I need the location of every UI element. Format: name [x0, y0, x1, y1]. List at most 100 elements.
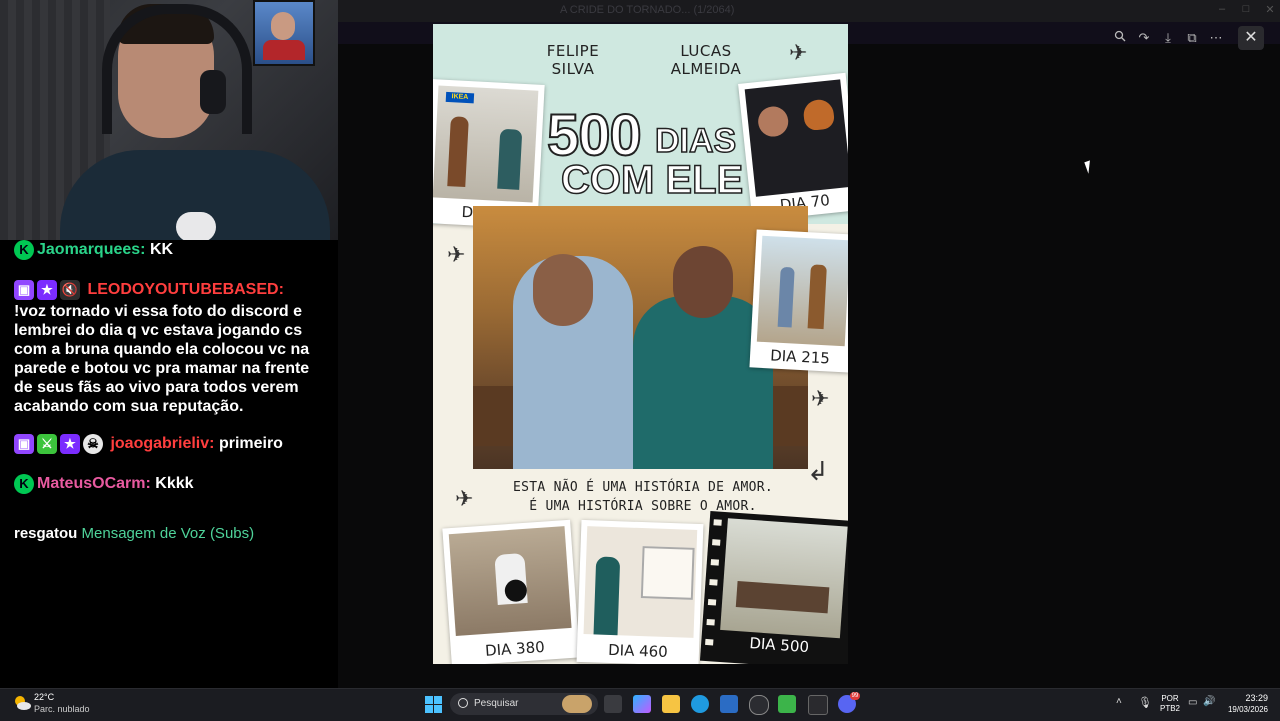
clock-time[interactable]: 23:29 [1236, 693, 1268, 703]
redeem-reward: Mensagem de Voz (Subs) [81, 525, 255, 542]
open-external-icon[interactable]: ⧉ [1180, 26, 1204, 50]
weather-temp[interactable]: 22°C [34, 692, 54, 702]
chat-username[interactable]: Jaomarquees [37, 241, 140, 258]
poster-tagline: ESTA NÃO É UMA HISTÓRIA DE AMOR. É UMA H… [512, 480, 774, 514]
minimize-icon[interactable]: – [1214, 3, 1230, 17]
partly-cloudy-icon[interactable] [12, 693, 32, 713]
download-icon[interactable]: ⤓ [1156, 26, 1180, 50]
task-view-icon[interactable] [604, 695, 622, 713]
movie-poster-image: FELIPE SILVA LUCAS ALMEIDA ✈ 500 DIAS COM … [433, 24, 848, 664]
curved-arrow-icon: ↲ [807, 456, 829, 486]
microphone-tray-icon[interactable]: 🎙 [1138, 696, 1152, 709]
file-explorer-icon[interactable] [662, 695, 680, 713]
sword-badge-icon: ⚔ [37, 434, 57, 454]
windows-start-icon[interactable] [425, 696, 442, 713]
paper-bird-icon: ✈ [811, 386, 830, 411]
polaroid-caption: DIA 460 [607, 640, 669, 661]
photo-frame [640, 546, 695, 600]
photo-person [497, 128, 523, 190]
polaroid-photo [448, 526, 572, 636]
discord-badge: 99 [850, 692, 860, 700]
chat-text: Kkkk [155, 475, 194, 493]
polaroid-day-380: DIA 380 [442, 519, 580, 664]
redeem-notice: resgatou Mensagem de Voz (Subs) [14, 525, 254, 542]
polaroid-photo [583, 526, 698, 638]
chat-text: KK [149, 241, 174, 259]
window-title: A CRIDE DO TORNADO... (1/2064) [560, 4, 735, 16]
photo-person [807, 264, 827, 330]
redeem-prefix: resgatou [14, 525, 78, 542]
ikea-sign: IKEA [445, 91, 475, 104]
photo-person [593, 556, 621, 636]
edge-icon[interactable] [691, 695, 709, 713]
paper-bird-icon: ✈ [789, 40, 808, 65]
viewer-toolbar: ↷ ⤓ ⧉ ⋯ [1104, 26, 1234, 50]
polaroid-day-215: DIA 215 [749, 229, 848, 373]
headset-earcup [200, 70, 226, 114]
copilot-icon[interactable] [633, 695, 651, 713]
superman-poster [253, 0, 315, 66]
chat-text: primeiro [218, 435, 283, 453]
chat-message: K Jaomarquees: KK [14, 240, 173, 260]
headset-icon [102, 4, 252, 134]
star-badge-icon: ★ [37, 280, 57, 300]
search-highlight-icon[interactable] [562, 695, 592, 713]
search-icon [458, 698, 468, 708]
actor-name-1: FELIPE SILVA [546, 42, 600, 78]
chat-panel: K Jaomarquees: KK ▣ ★ 🔇 LEODOYOUTUBEBASED: … [0, 240, 338, 688]
window-close-icon[interactable]: ✕ [1262, 3, 1278, 17]
polaroid-caption: DIA 380 [484, 637, 546, 660]
photo-face-right [673, 246, 733, 318]
polaroid-photo: IKEA [433, 85, 539, 203]
maximize-icon[interactable]: □ [1238, 3, 1254, 17]
skull-badge-icon: ☠ [83, 434, 103, 454]
weather-desc[interactable]: Parc. nublado [34, 704, 90, 714]
paper-bird-icon: ✈ [447, 242, 466, 267]
webcam-feed [0, 0, 338, 240]
language-indicator[interactable]: POR PTB2 [1160, 694, 1180, 714]
microphone-icon [176, 212, 216, 240]
clock-date[interactable]: 19/03/2026 [1222, 705, 1268, 714]
polaroid-photo [756, 235, 848, 347]
photo-face-left [533, 254, 593, 326]
game-app-icon[interactable] [778, 695, 796, 713]
photo-bench [735, 581, 830, 614]
photos-icon[interactable] [720, 695, 738, 713]
polaroid-day-70: DIA 70 [738, 72, 848, 222]
zoom-in-icon[interactable] [1108, 26, 1132, 50]
twitch-badge-icon: ▣ [14, 280, 34, 300]
muted-badge-icon: 🔇 [60, 280, 80, 300]
photo-person [756, 105, 790, 139]
paper-bird-icon: ✈ [455, 486, 474, 511]
photo-person [777, 266, 795, 328]
chat-username[interactable]: MateusOCarm [37, 475, 145, 492]
photo-person [802, 98, 836, 132]
more-icon[interactable]: ⋯ [1204, 26, 1228, 50]
actor-name-2: LUCAS ALMEIDA [670, 42, 742, 78]
network-icon[interactable]: ▭ [1188, 697, 1197, 708]
chat-username[interactable]: LEODOYOUTUBEBASED [87, 281, 278, 298]
photo-person [447, 116, 469, 188]
chat-message-header: ▣ ★ 🔇 LEODOYOUTUBEBASED: [14, 280, 284, 300]
chat-text: !voz tornado vi essa foto do discord e l… [14, 303, 310, 415]
poster-title-com-ele: COM ELE [560, 157, 744, 203]
filmstrip-day-500: DIA 500 [699, 510, 848, 664]
polaroid-day-460: DIA 460 [576, 519, 704, 664]
poster-title-dias: DIAS [654, 121, 737, 161]
twitch-badge-icon: ▣ [14, 434, 34, 454]
tray-chevron-icon[interactable]: ˄ [1116, 696, 1122, 707]
notion-icon[interactable] [808, 695, 828, 715]
search-placeholder: Pesquisar [474, 698, 519, 709]
rotate-icon[interactable]: ↷ [1132, 26, 1156, 50]
polaroid-photo [744, 79, 848, 197]
viewer-close-button[interactable]: ✕ [1238, 26, 1264, 50]
obs-icon[interactable] [749, 695, 769, 715]
polaroid-photo [720, 518, 848, 639]
chat-username[interactable]: joaogabrieliv [110, 435, 209, 452]
poster-cape [263, 40, 305, 60]
kick-badge-icon: K [14, 240, 34, 260]
volume-icon[interactable]: 🔊 [1203, 696, 1215, 707]
kick-badge-icon: K [14, 474, 34, 494]
chat-message: ▣ ⚔ ★ ☠ joaogabrieliv: primeiro [14, 434, 283, 454]
polaroid-caption: DIA 215 [769, 346, 831, 368]
